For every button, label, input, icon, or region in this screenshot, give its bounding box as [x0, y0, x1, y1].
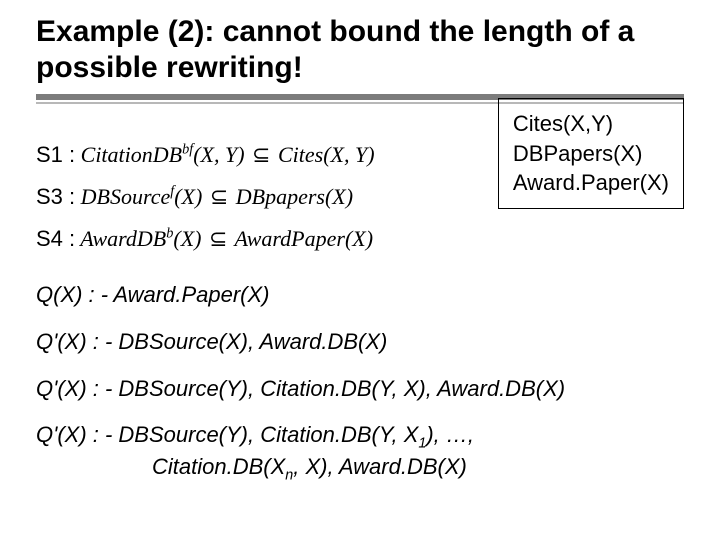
rule-lhs-args: (X, Y): [193, 142, 244, 167]
rule-s3: S3 : DBSourcef(X) ⊆ DBpapers(X): [36, 176, 484, 218]
query-line: Q(X) : - Award.Paper(X): [36, 281, 684, 310]
q3-part1: Q'(X) : - DBSource(Y), Citation.DB(Y, X: [36, 422, 418, 447]
upper-region: S1 : CitationDBbf(X, Y) ⊆ Cites(X, Y) S3…: [36, 104, 684, 259]
relation-schema-box: Cites(X,Y) DBPapers(X) Award.Paper(X): [498, 98, 684, 209]
query-line: Q'(X) : - DBSource(X), Award.DB(X): [36, 328, 684, 357]
q3-part3: Citation.DB(X: [152, 454, 285, 479]
rule-lhs-name: CitationDB: [81, 142, 182, 167]
rule-s1: S1 : CitationDBbf(X, Y) ⊆ Cites(X, Y): [36, 134, 484, 176]
rule-lhs-name: DBSource: [81, 184, 171, 209]
rule-label: S4 :: [36, 226, 75, 251]
subset-symbol: ⊆: [208, 184, 230, 209]
rule-lhs-args: (X): [174, 184, 202, 209]
rule-lhs-name: AwardDB: [80, 226, 166, 251]
schema-line: DBPapers(X): [513, 139, 669, 169]
q3-indent: Citation.DB(Xn, X), Award.DB(X): [36, 453, 467, 485]
rule-s4: S4 : AwardDBb(X) ⊆ AwardPaper(X): [36, 218, 484, 260]
query-line-multiline: Q'(X) : - DBSource(Y), Citation.DB(Y, X1…: [36, 421, 684, 485]
queries-block: Q(X) : - Award.Paper(X) Q'(X) : - DBSour…: [36, 281, 684, 485]
rule-lhs-sup: bf: [182, 142, 193, 158]
query-line: Q'(X) : - DBSource(Y), Citation.DB(Y, X)…: [36, 375, 684, 404]
rule-rhs: Cites(X, Y): [278, 142, 375, 167]
rule-lhs-args: (X): [173, 226, 201, 251]
schema-line: Cites(X,Y): [513, 109, 669, 139]
q3-part4: , X), Award.DB(X): [293, 454, 467, 479]
q3-part2: ), …,: [426, 422, 474, 447]
subset-symbol: ⊆: [207, 226, 229, 251]
rule-label: S3 :: [36, 184, 75, 209]
subset-symbol: ⊆: [250, 142, 272, 167]
rule-rhs: DBpapers(X): [236, 184, 353, 209]
containment-rules: S1 : CitationDBbf(X, Y) ⊆ Cites(X, Y) S3…: [36, 104, 484, 259]
slide-title: Example (2): cannot bound the length of …: [36, 14, 684, 86]
rule-rhs: AwardPaper(X): [235, 226, 374, 251]
schema-line: Award.Paper(X): [513, 168, 669, 198]
slide: Example (2): cannot bound the length of …: [0, 0, 720, 540]
rule-label: S1 :: [36, 142, 75, 167]
